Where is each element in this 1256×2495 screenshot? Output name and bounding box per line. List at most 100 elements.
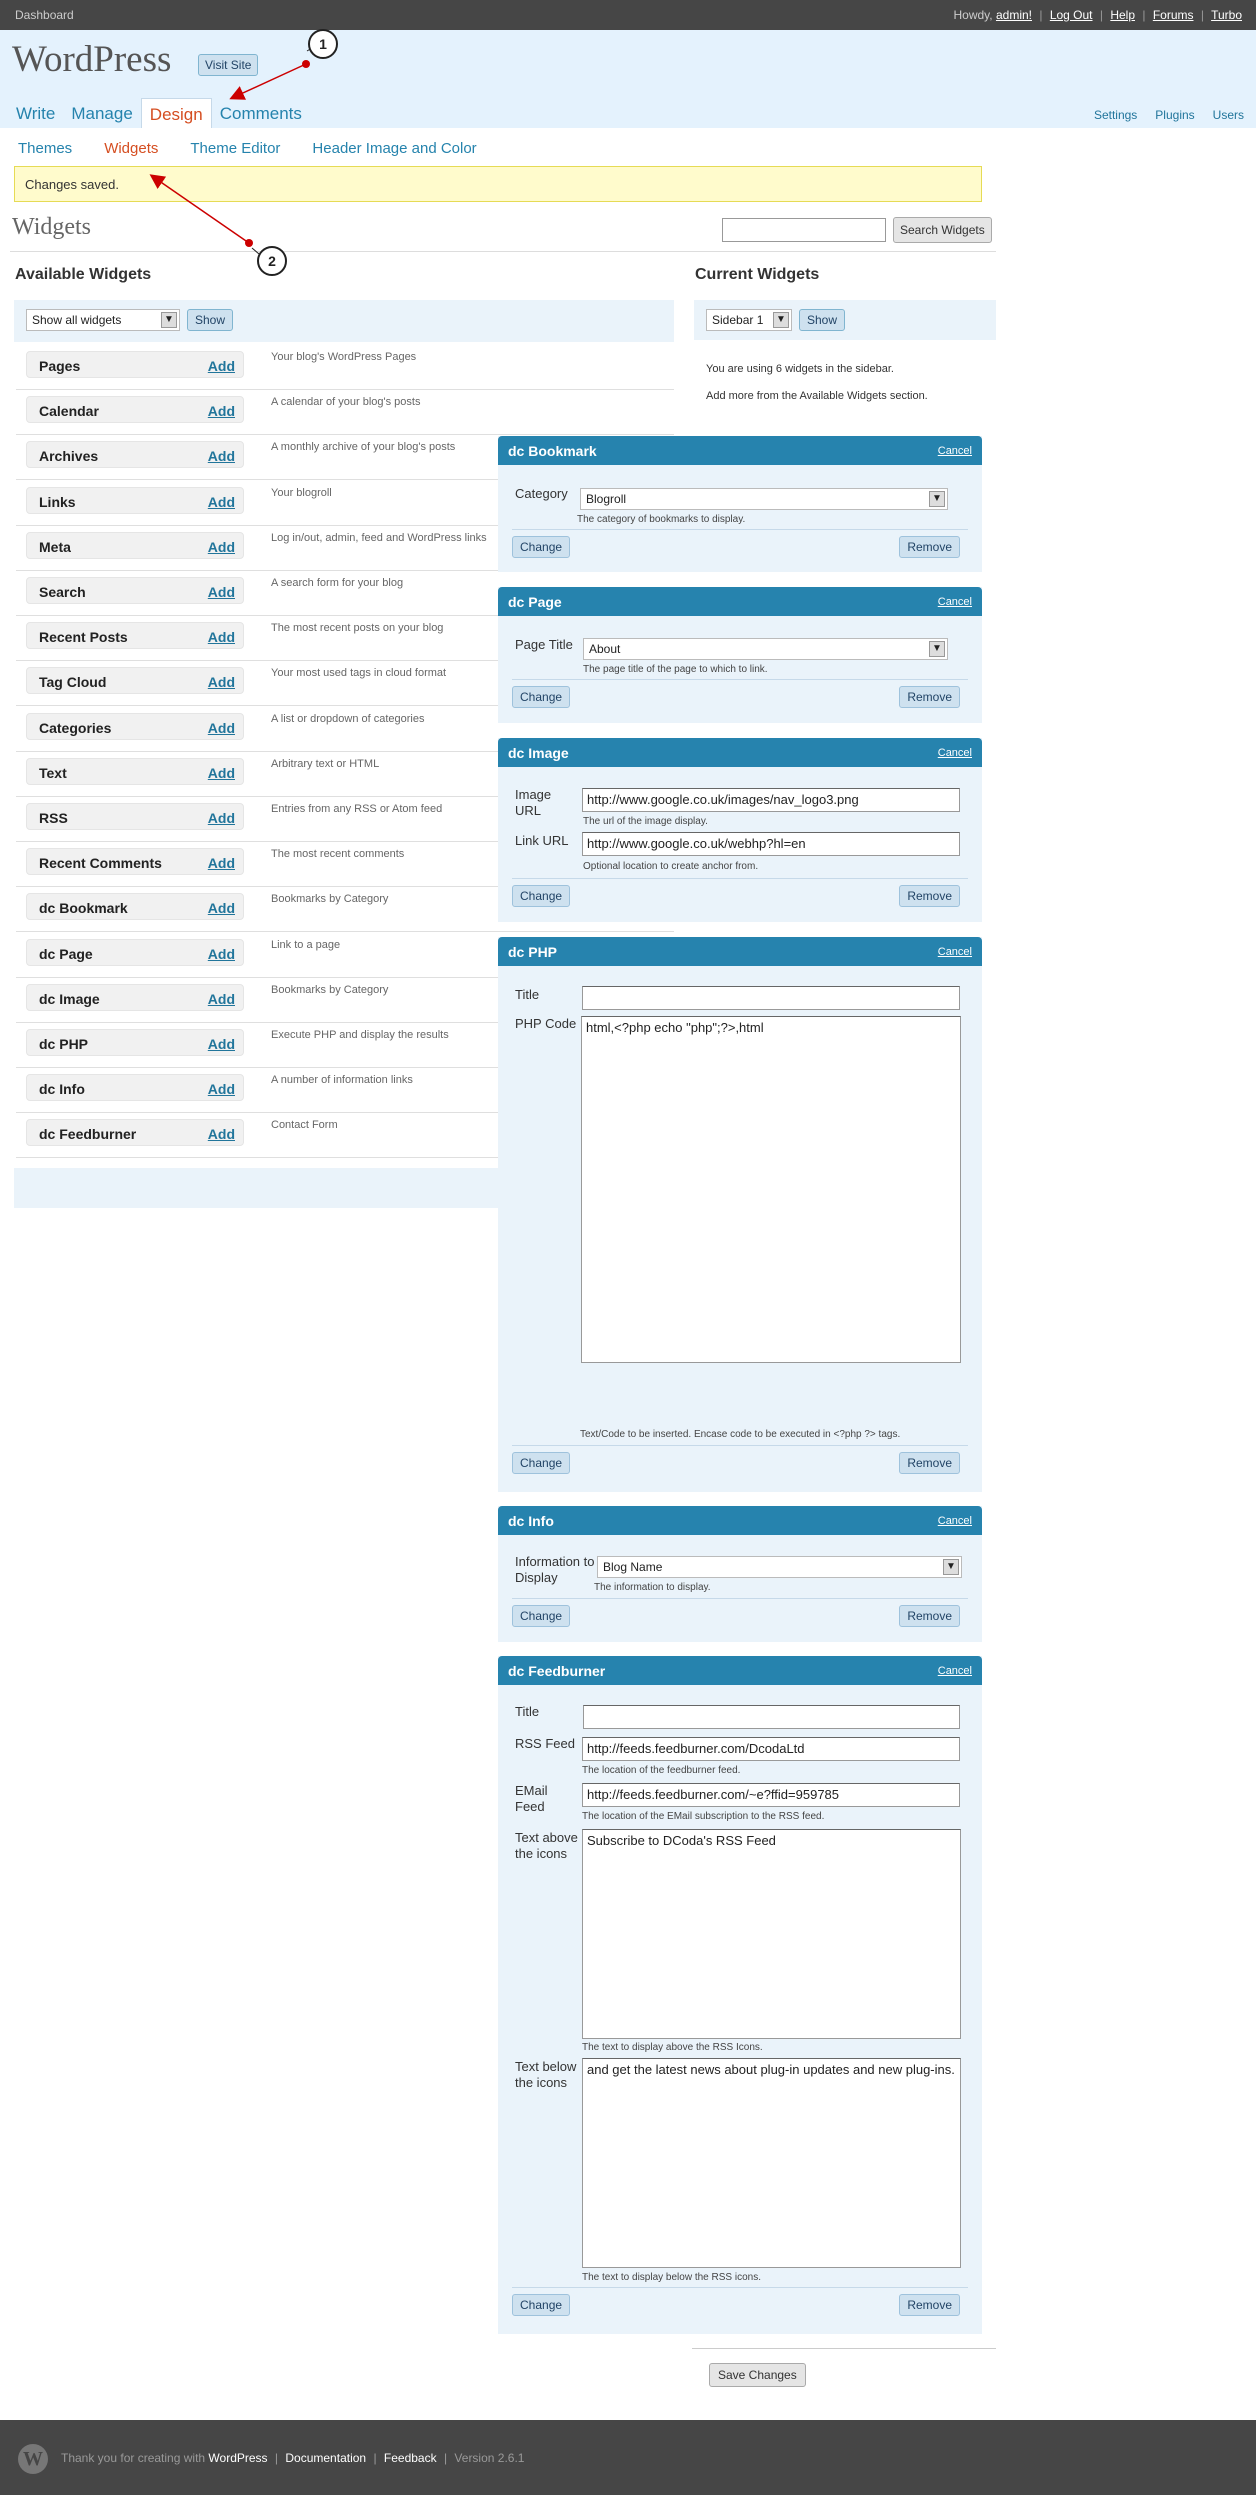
users-link[interactable]: Users — [1213, 108, 1244, 122]
add-widget-link[interactable]: Add — [208, 855, 235, 871]
tab-comments[interactable]: Comments — [212, 98, 310, 128]
add-widget-link[interactable]: Add — [208, 1081, 235, 1097]
subtab-theme-editor[interactable]: Theme Editor — [180, 138, 280, 157]
widget-handle[interactable]: dc Info Add — [26, 1074, 244, 1102]
logout-link[interactable]: Log Out — [1050, 8, 1093, 22]
cancel-link[interactable]: Cancel — [938, 1515, 972, 1527]
footer-documentation-link[interactable]: Documentation — [285, 2451, 366, 2465]
change-button[interactable]: Change — [512, 1452, 571, 1474]
feedburner-title-input[interactable] — [583, 1705, 960, 1729]
php-code-textarea[interactable]: html,<?php echo "php";?>,html — [581, 1016, 961, 1363]
cancel-link[interactable]: Cancel — [938, 596, 972, 608]
sidebar-show-button[interactable]: Show — [799, 309, 846, 331]
text-above-textarea[interactable]: Subscribe to DCoda's RSS Feed — [582, 1829, 961, 2039]
panel-dc-feedburner-header[interactable]: dc Feedburner Cancel — [498, 1656, 982, 1685]
add-widget-link[interactable]: Add — [208, 629, 235, 645]
panel-dc-image-header[interactable]: dc Image Cancel — [498, 738, 982, 767]
save-changes-button[interactable]: Save Changes — [709, 2363, 806, 2387]
search-widgets-input[interactable] — [722, 218, 886, 242]
widget-handle[interactable]: Archives Add — [26, 441, 244, 469]
add-widget-link[interactable]: Add — [208, 991, 235, 1007]
add-widget-link[interactable]: Add — [208, 1036, 235, 1052]
add-widget-link[interactable]: Add — [208, 358, 235, 374]
remove-button[interactable]: Remove — [899, 536, 960, 558]
email-feed-input[interactable]: http://feeds.feedburner.com/~e?ffid=9597… — [582, 1783, 960, 1807]
add-widget-link[interactable]: Add — [208, 448, 235, 464]
cancel-link[interactable]: Cancel — [938, 747, 972, 759]
change-button[interactable]: Change — [512, 2294, 571, 2316]
footer-feedback-link[interactable]: Feedback — [384, 2451, 437, 2465]
panel-dc-php-header[interactable]: dc PHP Cancel — [498, 937, 982, 966]
subtab-header-image[interactable]: Header Image and Color — [302, 138, 476, 157]
visit-site-button[interactable]: Visit Site — [198, 54, 259, 76]
add-widget-link[interactable]: Add — [208, 720, 235, 736]
remove-button[interactable]: Remove — [899, 885, 960, 907]
panel-dc-bookmark-header[interactable]: dc Bookmark Cancel — [498, 436, 982, 465]
image-url-input[interactable]: http://www.google.co.uk/images/nav_logo3… — [582, 788, 960, 812]
tab-manage[interactable]: Manage — [63, 98, 140, 128]
widget-handle[interactable]: Pages Add — [26, 351, 244, 378]
add-widget-link[interactable]: Add — [208, 810, 235, 826]
text-below-textarea[interactable]: and get the latest news about plug-in up… — [582, 2058, 961, 2268]
change-button[interactable]: Change — [512, 1605, 571, 1627]
search-widgets-button[interactable]: Search Widgets — [893, 217, 992, 243]
subtab-themes[interactable]: Themes — [8, 138, 72, 157]
cancel-link[interactable]: Cancel — [938, 1665, 972, 1677]
widget-filter-select[interactable]: Show all widgets ▼ — [26, 309, 180, 331]
cancel-link[interactable]: Cancel — [938, 445, 972, 457]
add-widget-link[interactable]: Add — [208, 900, 235, 916]
widget-handle[interactable]: Meta Add — [26, 531, 244, 559]
widget-handle[interactable]: Categories Add — [26, 712, 244, 740]
change-button[interactable]: Change — [512, 536, 571, 558]
page-title-select[interactable]: About ▼ — [583, 638, 948, 660]
info-select[interactable]: Blog Name ▼ — [597, 1556, 962, 1578]
sidebar-select[interactable]: Sidebar 1 ▼ — [706, 309, 792, 331]
widget-handle[interactable]: Recent Posts Add — [26, 622, 244, 650]
settings-link[interactable]: Settings — [1094, 108, 1137, 122]
remove-button[interactable]: Remove — [899, 1605, 960, 1627]
change-button[interactable]: Change — [512, 686, 571, 708]
add-widget-link[interactable]: Add — [208, 539, 235, 555]
add-widget-link[interactable]: Add — [208, 674, 235, 690]
widget-handle[interactable]: Search Add — [26, 577, 244, 604]
subtab-widgets[interactable]: Widgets — [94, 138, 158, 157]
rss-feed-input[interactable]: http://feeds.feedburner.com/DcodaLtd — [582, 1737, 960, 1761]
widget-handle[interactable]: Text Add — [26, 757, 244, 785]
add-widget-link[interactable]: Add — [208, 494, 235, 510]
tab-write[interactable]: Write — [8, 98, 63, 128]
widget-handle[interactable]: Links Add — [26, 486, 244, 514]
widget-handle[interactable]: RSS Add — [26, 803, 244, 830]
remove-button[interactable]: Remove — [899, 1452, 960, 1474]
forums-link[interactable]: Forums — [1153, 8, 1194, 22]
php-title-input[interactable] — [582, 986, 960, 1010]
add-widget-link[interactable]: Add — [208, 946, 235, 962]
tab-design[interactable]: Design — [140, 98, 212, 128]
change-button[interactable]: Change — [512, 885, 571, 907]
widget-handle[interactable]: Tag Cloud Add — [26, 667, 244, 695]
turbo-link[interactable]: Turbo — [1211, 8, 1242, 22]
add-widget-link[interactable]: Add — [208, 1126, 235, 1142]
widget-handle[interactable]: dc PHP Add — [26, 1029, 244, 1056]
add-widget-link[interactable]: Add — [208, 403, 235, 419]
widget-handle[interactable]: dc Page Add — [26, 938, 244, 966]
filter-show-button[interactable]: Show — [187, 309, 234, 331]
add-widget-link[interactable]: Add — [208, 584, 235, 600]
cancel-link[interactable]: Cancel — [938, 946, 972, 958]
help-link[interactable]: Help — [1110, 8, 1135, 22]
user-link[interactable]: admin! — [996, 8, 1032, 22]
plugins-link[interactable]: Plugins — [1155, 108, 1194, 122]
widget-handle[interactable]: Calendar Add — [26, 396, 244, 424]
add-widget-link[interactable]: Add — [208, 765, 235, 781]
category-select[interactable]: Blogroll ▼ — [580, 488, 948, 510]
dashboard-link[interactable]: Dashboard — [15, 8, 74, 22]
widget-handle[interactable]: Recent Comments Add — [26, 848, 244, 876]
link-url-input[interactable]: http://www.google.co.uk/webhp?hl=en — [582, 832, 960, 856]
remove-button[interactable]: Remove — [899, 686, 960, 708]
widget-handle[interactable]: dc Feedburner Add — [26, 1119, 244, 1147]
widget-handle[interactable]: dc Bookmark Add — [26, 893, 244, 921]
panel-dc-info-header[interactable]: dc Info Cancel — [498, 1506, 982, 1535]
remove-button[interactable]: Remove — [899, 2294, 960, 2316]
footer-wordpress-link[interactable]: WordPress — [208, 2451, 267, 2465]
widget-handle[interactable]: dc Image Add — [26, 983, 244, 1011]
panel-dc-page-header[interactable]: dc Page Cancel — [498, 587, 982, 616]
